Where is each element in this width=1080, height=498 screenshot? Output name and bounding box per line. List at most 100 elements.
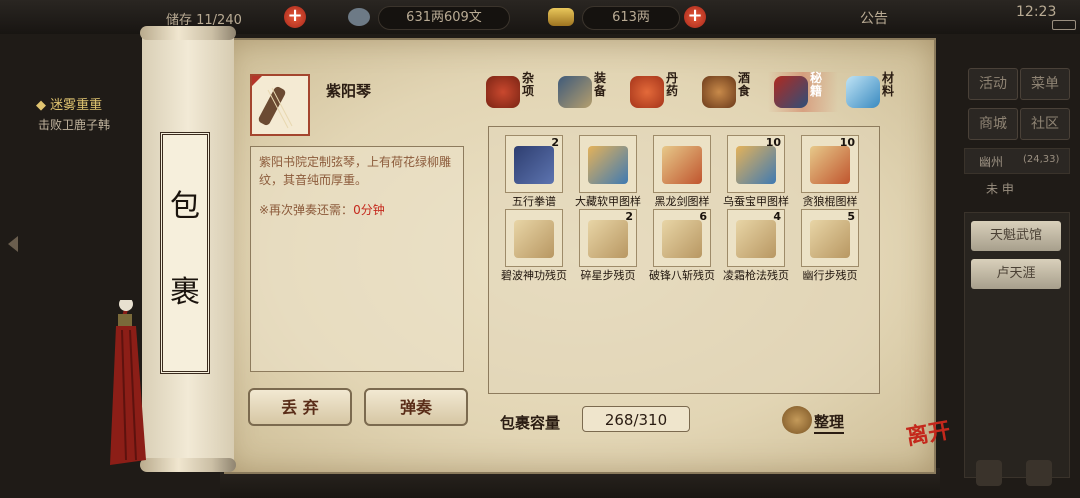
torn-page-icon	[514, 220, 554, 258]
add-gold-button[interactable]: +	[684, 6, 706, 28]
slot-label: 破锋八斩残页	[649, 269, 715, 282]
item-count: 6	[699, 210, 707, 223]
blueprint-scroll-icon	[736, 146, 776, 184]
inventory-slot[interactable]	[653, 135, 711, 193]
tab-label: 秘籍	[810, 71, 823, 98]
capacity-value: 268/310	[582, 406, 690, 432]
jar-icon	[486, 76, 520, 108]
pills-icon	[630, 76, 664, 108]
cooldown-value: 0分钟	[353, 203, 385, 217]
item-count: 2	[551, 136, 559, 149]
food-icon	[702, 76, 736, 108]
sword-icon	[558, 76, 592, 108]
tab-misc[interactable]: 杂项	[480, 72, 550, 112]
crystal-icon	[846, 76, 880, 108]
torn-page-icon	[588, 220, 628, 258]
play-button[interactable]: 弹奏	[364, 388, 468, 426]
tab-materials[interactable]: 材料	[840, 72, 910, 112]
slot-label: 碧波神功残页	[501, 269, 567, 282]
quest-subtitle: 击败卫鹿子韩	[38, 118, 111, 132]
tab-medicine[interactable]: 丹药	[624, 72, 694, 112]
item-count: 5	[847, 210, 855, 223]
book-icon	[774, 76, 808, 108]
scroll-title-char: 裹	[170, 275, 200, 310]
collapse-arrow-icon[interactable]	[8, 236, 18, 252]
menu-button[interactable]: 菜单	[1020, 68, 1070, 100]
tab-label: 酒食	[738, 71, 751, 98]
location-name: 幽州	[979, 155, 1004, 169]
location-bar: 幽州 (24,33)	[964, 148, 1070, 174]
tab-manuals[interactable]: 秘籍	[768, 72, 838, 112]
npc-list: 天魁武馆 卢天涯	[964, 212, 1070, 478]
item-description-box: 紫阳书院定制弦琴，上有荷花绿柳雕纹，其音纯而厚重。 ※再次弹奏还需：0分钟	[250, 146, 464, 372]
gold-display: 613两	[582, 6, 680, 30]
scroll-title-char: 包	[170, 189, 200, 224]
community-button[interactable]: 社区	[1020, 108, 1070, 140]
item-count: 2	[625, 210, 633, 223]
quest-title[interactable]: ◆ 迷雾重重	[36, 94, 102, 113]
slot-label: 乌蚕宝甲图样	[723, 195, 789, 208]
slot-label: 黑龙剑图样	[654, 195, 710, 208]
inventory-slot[interactable]: 2	[579, 209, 637, 267]
discard-button[interactable]: 丢 弃	[248, 388, 352, 426]
torn-page-icon	[810, 220, 850, 258]
small-square-button[interactable]	[976, 460, 1002, 486]
slot-label: 幽行步残页	[802, 269, 858, 282]
tab-label: 装备	[594, 71, 607, 98]
clock: 12:23	[1016, 4, 1057, 20]
inventory-slot[interactable]: 10	[727, 135, 785, 193]
inventory-slot[interactable]: 4	[727, 209, 785, 267]
shop-button[interactable]: 商城	[968, 108, 1018, 140]
leave-button[interactable]: 离开	[904, 412, 953, 451]
slot-label: 五行拳谱	[512, 195, 556, 208]
item-description: 紫阳书院定制弦琴，上有荷花绿柳雕纹，其音纯而厚重。	[259, 155, 452, 187]
scroll-title-plate: 包 裹	[160, 132, 210, 374]
item-count: 4	[773, 210, 781, 223]
blueprint-scroll-icon	[662, 146, 702, 184]
list-item[interactable]: 天魁武馆	[971, 221, 1061, 251]
cooldown-line: ※再次弹奏还需：0分钟	[259, 201, 455, 218]
inventory-slot[interactable]	[505, 209, 563, 267]
tab-label: 杂项	[522, 71, 535, 98]
inventory-slot[interactable]: 2	[505, 135, 563, 193]
gold-ingot-icon	[548, 8, 574, 26]
small-square-button[interactable]	[1026, 460, 1052, 486]
coin-icon	[348, 8, 370, 26]
inventory-slot[interactable]: 10	[801, 135, 859, 193]
tab-food[interactable]: 酒食	[696, 72, 766, 112]
inventory-slot[interactable]	[579, 135, 637, 193]
location-coords: (24,33)	[1023, 154, 1060, 165]
selected-item-icon	[250, 74, 310, 136]
scroll-rod-top	[140, 26, 236, 40]
notice-button[interactable]: 公告	[860, 8, 888, 28]
item-count: 10	[839, 136, 855, 149]
torn-page-icon	[736, 220, 776, 258]
capacity-label: 包裹容量	[500, 414, 561, 432]
slot-label: 大藏软甲图样	[575, 195, 641, 208]
blueprint-scroll-icon	[810, 146, 850, 184]
item-count: 10	[765, 136, 781, 149]
money-bag-icon	[782, 406, 812, 434]
money-display: 631两609文	[378, 6, 510, 30]
torn-page-icon	[662, 220, 702, 258]
inventory-slot[interactable]: 6	[653, 209, 711, 267]
item-name: 紫阳琴	[326, 82, 372, 100]
slot-label: 碎星步残页	[580, 269, 636, 282]
manual-book-icon	[514, 146, 554, 184]
inventory-grid: 2 五行拳谱 大藏软甲图样 黑龙剑图样 10 乌蚕宝甲图样 10 贪狼棍图样 碧…	[488, 126, 880, 394]
tab-label: 丹药	[666, 71, 679, 98]
blueprint-scroll-icon	[588, 146, 628, 184]
inventory-slot[interactable]: 5	[801, 209, 859, 267]
guqin-icon	[252, 76, 293, 129]
tab-equipment[interactable]: 装备	[552, 72, 622, 112]
list-item[interactable]: 卢天涯	[971, 259, 1061, 289]
slot-label: 凌霜枪法残页	[723, 269, 789, 282]
activity-button[interactable]: 活动	[968, 68, 1018, 100]
time-label: 未 申	[986, 182, 1014, 196]
sort-button[interactable]: 整理	[814, 411, 845, 434]
slot-label: 贪狼棍图样	[802, 195, 858, 208]
category-tabs: 杂项 装备 丹药 酒食 秘籍 材料	[480, 72, 910, 112]
add-storage-button[interactable]: +	[284, 6, 306, 28]
cooldown-label: ※再次弹奏还需：	[259, 203, 354, 217]
tab-label: 材料	[882, 71, 895, 98]
